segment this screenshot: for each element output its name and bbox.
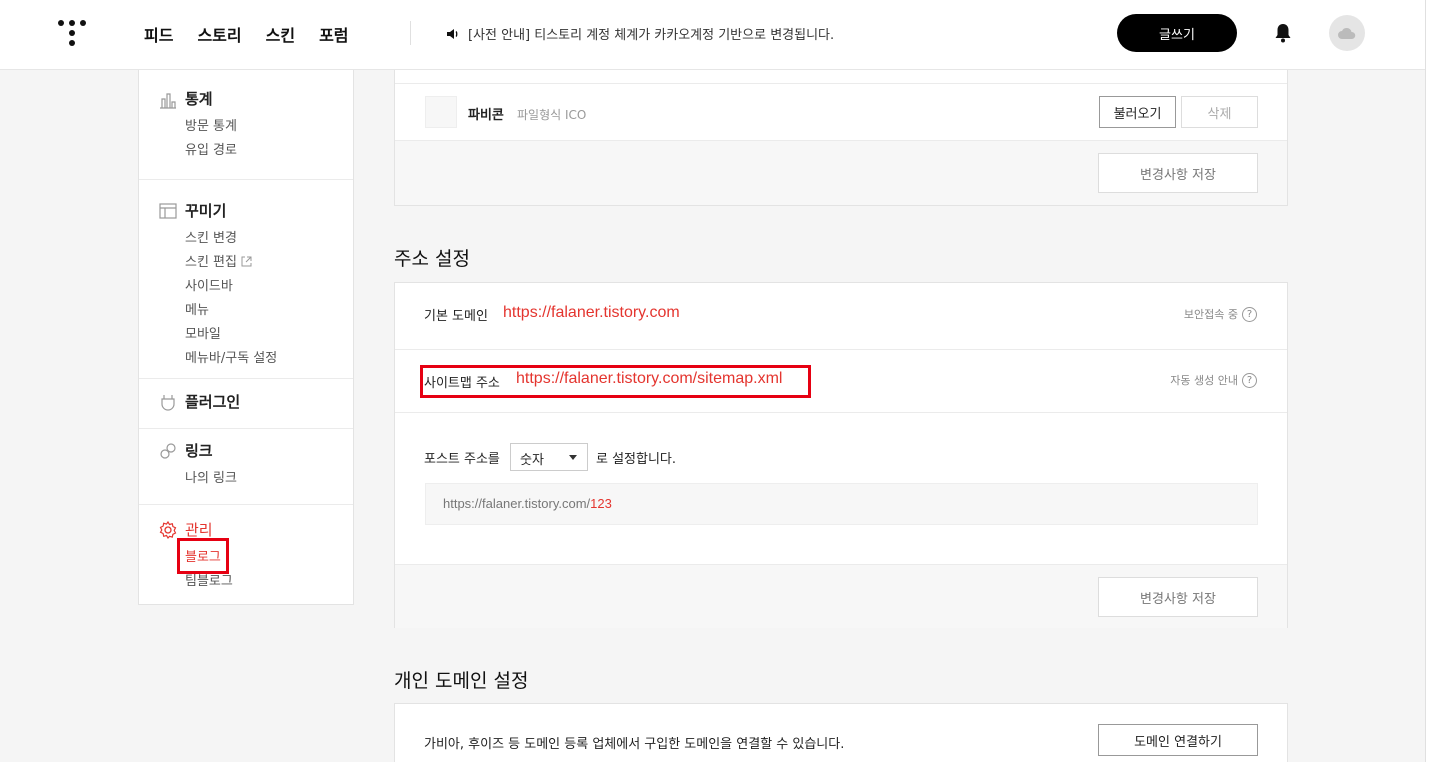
- secure-help-text: 보안접속 중: [1183, 308, 1238, 321]
- top-header: 피드 스토리 스킨 포럼 [사전 안내] 티스토리 계정 체계가 카카오계정 기…: [0, 0, 1425, 70]
- post-address-suffix: 로 설정합니다.: [596, 452, 677, 467]
- post-address-prefix: 포스트 주소를: [424, 452, 500, 467]
- sidebar-item-sidebar[interactable]: 사이드바: [185, 275, 353, 299]
- sidebar-title-manage[interactable]: 관리: [185, 519, 353, 540]
- nav-skin[interactable]: 스킨: [266, 22, 295, 46]
- sitemap-help[interactable]: 자동 생성 안내 ?: [1170, 372, 1257, 388]
- sidebar-item-skin-change[interactable]: 스킨 변경: [185, 227, 353, 251]
- card-top-strip: [395, 70, 1287, 84]
- post-url-preview: https://falaner.tistory.com/123: [425, 483, 1258, 525]
- sidebar-item-inflow[interactable]: 유입 경로: [185, 139, 353, 163]
- sidebar: 통계 방문 통계 유입 경로 꾸미기 스킨 변경 스킨 편집 사이드바 메뉴 모…: [138, 70, 354, 605]
- connect-domain-button[interactable]: 도메인 연결하기: [1098, 724, 1258, 756]
- speaker-icon: [447, 28, 458, 39]
- nav-feed[interactable]: 피드: [144, 22, 173, 46]
- notice-text: [사전 안내] 티스토리 계정 체계가 카카오계정 기반으로 변경됩니다.: [468, 28, 835, 43]
- sidebar-section-plugin: 플러그인: [139, 379, 353, 429]
- sitemap-help-text: 자동 생성 안내: [1170, 374, 1238, 387]
- help-icon: ?: [1242, 306, 1257, 322]
- domain-row: 기본 도메인 https://falaner.tistory.com 보안접속 …: [395, 283, 1287, 350]
- help-icon: ?: [1242, 372, 1257, 388]
- plugin-icon: [161, 395, 175, 411]
- layout-icon: [159, 203, 177, 219]
- highlight-box-blog: [177, 538, 229, 574]
- address-card: 기본 도메인 https://falaner.tistory.com 보안접속 …: [394, 282, 1288, 628]
- bell-icon[interactable]: [1272, 22, 1294, 44]
- custom-domain-card: 가비아, 후이즈 등 도메인 등록 업체에서 구입한 도메인을 연결할 수 있습…: [394, 703, 1288, 762]
- sidebar-item-menubar[interactable]: 메뉴바/구독 설정: [185, 347, 353, 371]
- sidebar-item-menu[interactable]: 메뉴: [185, 299, 353, 323]
- gear-icon: [159, 520, 177, 540]
- address-save-button[interactable]: 변경사항 저장: [1098, 577, 1258, 617]
- sidebar-title-stats[interactable]: 통계: [185, 88, 353, 109]
- nav-story[interactable]: 스토리: [197, 22, 241, 46]
- header-divider: [410, 21, 411, 45]
- post-address-select-value: 숫자: [520, 453, 544, 468]
- sidebar-item-skin-edit-label: 스킨 편집: [185, 255, 237, 270]
- sidebar-section-manage: 관리 블로그 팀블로그: [139, 505, 353, 610]
- sidebar-title-decorate[interactable]: 꾸미기: [185, 200, 353, 221]
- sidebar-section-stats: 통계 방문 통계 유입 경로: [139, 70, 353, 180]
- sidebar-title-plugin[interactable]: 플러그인: [185, 391, 353, 412]
- sidebar-item-visit-stats[interactable]: 방문 통계: [185, 115, 353, 139]
- delete-favicon-button[interactable]: 삭제: [1181, 96, 1258, 128]
- address-footer: 변경사항 저장: [395, 564, 1287, 628]
- favicon-row: 파비콘 파일형식 ICO 불러오기 삭제: [395, 84, 1287, 141]
- address-section-title: 주소 설정: [394, 248, 470, 270]
- domain-url[interactable]: https://falaner.tistory.com: [503, 304, 680, 322]
- sidebar-item-my-link[interactable]: 나의 링크: [185, 467, 353, 491]
- favicon-preview: [425, 96, 457, 128]
- sidebar-title-link[interactable]: 링크: [185, 440, 353, 461]
- external-link-icon: [241, 256, 252, 267]
- domain-label: 기본 도메인: [424, 309, 488, 324]
- favicon-save-button[interactable]: 변경사항 저장: [1098, 153, 1258, 193]
- chevron-down-icon: [569, 455, 577, 460]
- favicon-card: 파비콘 파일형식 ICO 불러오기 삭제 변경사항 저장: [394, 70, 1288, 206]
- write-button[interactable]: 글쓰기: [1117, 14, 1237, 52]
- main-nav: 피드 스토리 스킨 포럼: [144, 22, 349, 46]
- custom-domain-desc: 가비아, 후이즈 등 도메인 등록 업체에서 구입한 도메인을 연결할 수 있습…: [424, 737, 845, 752]
- cloud-icon: [1338, 27, 1356, 39]
- favicon-desc: 파일형식 ICO: [517, 108, 587, 122]
- notice-banner[interactable]: [사전 안내] 티스토리 계정 체계가 카카오계정 기반으로 변경됩니다.: [446, 24, 834, 43]
- sidebar-item-skin-edit[interactable]: 스킨 편집: [185, 251, 353, 275]
- load-favicon-button[interactable]: 불러오기: [1099, 96, 1176, 128]
- avatar[interactable]: [1329, 15, 1365, 51]
- preview-number: 123: [590, 496, 612, 511]
- favicon-label: 파비콘: [468, 108, 504, 123]
- link-icon: [160, 443, 176, 459]
- sidebar-item-mobile[interactable]: 모바일: [185, 323, 353, 347]
- preview-base: https://falaner.tistory.com/: [443, 496, 591, 511]
- custom-domain-title: 개인 도메인 설정: [394, 670, 529, 692]
- secure-help[interactable]: 보안접속 중 ?: [1184, 306, 1257, 322]
- post-address-area: 포스트 주소를 숫자 로 설정합니다. https://falaner.tist…: [395, 413, 1287, 564]
- tistory-logo[interactable]: [58, 18, 86, 48]
- sidebar-section-decorate: 꾸미기 스킨 변경 스킨 편집 사이드바 메뉴 모바일 메뉴바/구독 설정: [139, 180, 353, 379]
- post-address-select[interactable]: 숫자: [510, 443, 588, 471]
- bar-chart-icon: [160, 93, 176, 109]
- nav-forum[interactable]: 포럼: [319, 22, 348, 46]
- scrollbar[interactable]: [1425, 0, 1429, 762]
- highlight-box-sitemap: [420, 365, 811, 398]
- sidebar-section-link: 링크 나의 링크: [139, 429, 353, 505]
- favicon-footer: 변경사항 저장: [395, 141, 1287, 205]
